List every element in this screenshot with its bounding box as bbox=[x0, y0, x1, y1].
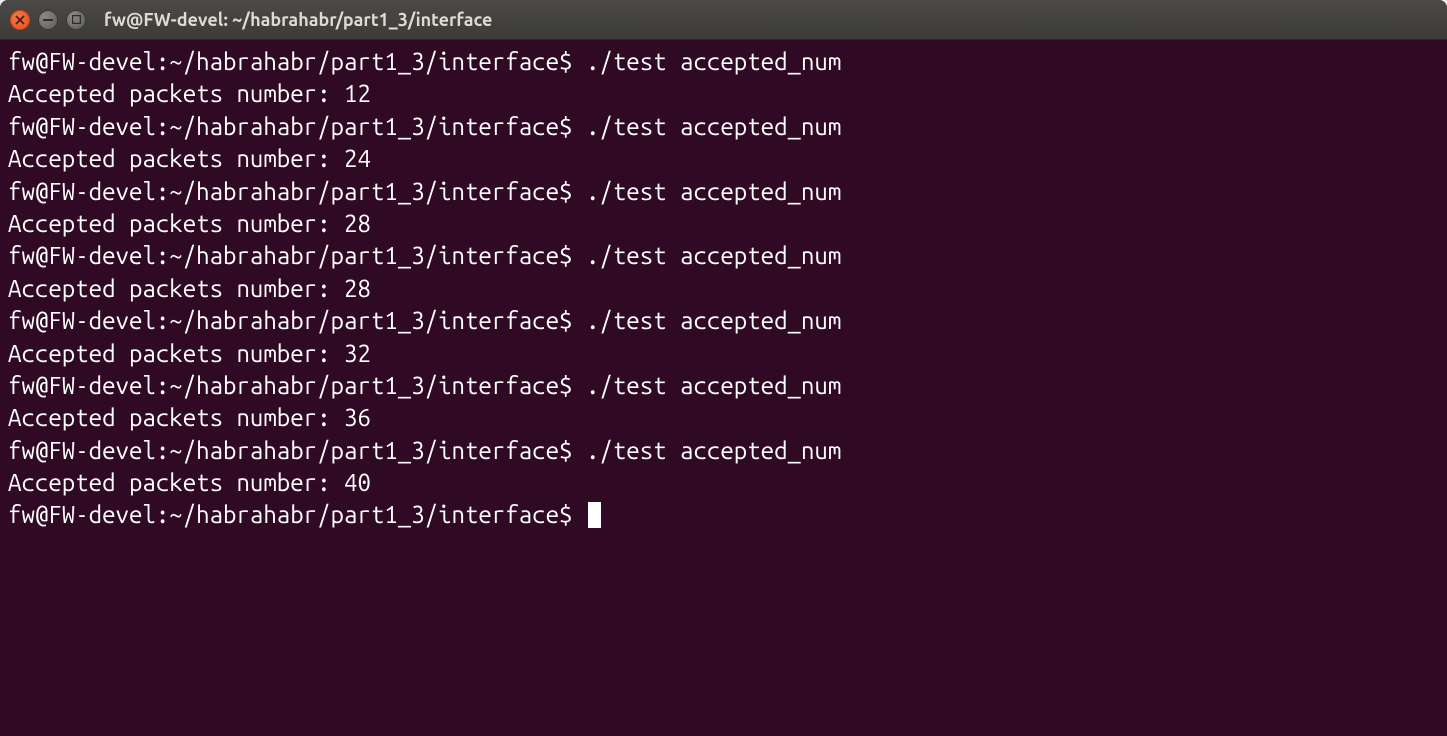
output-label: Accepted packets number: bbox=[8, 404, 331, 431]
output-value: 12 bbox=[344, 80, 371, 107]
output-line: Accepted packets number: 12 bbox=[8, 78, 1439, 110]
maximize-icon bbox=[72, 15, 81, 24]
output-value: 40 bbox=[344, 469, 371, 496]
title-bar: fw@FW-devel: ~/habrahabr/part1_3/interfa… bbox=[0, 0, 1447, 40]
terminal-window: fw@FW-devel: ~/habrahabr/part1_3/interfa… bbox=[0, 0, 1447, 736]
window-controls bbox=[10, 10, 86, 30]
prompt-text: fw@FW-devel:~/habrahabr/part1_3/interfac… bbox=[8, 242, 572, 269]
prompt-line: fw@FW-devel:~/habrahabr/part1_3/interfac… bbox=[8, 46, 1439, 78]
prompt-line: fw@FW-devel:~/habrahabr/part1_3/interfac… bbox=[8, 111, 1439, 143]
command-text: ./test accepted_num bbox=[586, 437, 841, 464]
minimize-button[interactable] bbox=[38, 10, 58, 30]
prompt-text: fw@FW-devel:~/habrahabr/part1_3/interfac… bbox=[8, 372, 572, 399]
prompt-text: fw@FW-devel:~/habrahabr/part1_3/interfac… bbox=[8, 48, 572, 75]
command-text: ./test accepted_num bbox=[586, 113, 841, 140]
command-text: ./test accepted_num bbox=[586, 48, 841, 75]
prompt-line: fw@FW-devel:~/habrahabr/part1_3/interfac… bbox=[8, 435, 1439, 467]
prompt-text: fw@FW-devel:~/habrahabr/part1_3/interfac… bbox=[8, 113, 572, 140]
output-value: 28 bbox=[344, 275, 371, 302]
minimize-icon bbox=[43, 19, 53, 21]
output-label: Accepted packets number: bbox=[8, 275, 331, 302]
command-text: ./test accepted_num bbox=[586, 307, 841, 334]
output-line: Accepted packets number: 28 bbox=[8, 273, 1439, 305]
output-label: Accepted packets number: bbox=[8, 145, 331, 172]
maximize-button[interactable] bbox=[66, 10, 86, 30]
output-line: Accepted packets number: 36 bbox=[8, 402, 1439, 434]
window-title: fw@FW-devel: ~/habrahabr/part1_3/interfa… bbox=[104, 10, 492, 30]
cursor bbox=[588, 502, 601, 528]
terminal-content[interactable]: fw@FW-devel:~/habrahabr/part1_3/interfac… bbox=[0, 40, 1447, 736]
output-label: Accepted packets number: bbox=[8, 210, 331, 237]
prompt-text: fw@FW-devel:~/habrahabr/part1_3/interfac… bbox=[8, 501, 572, 528]
output-label: Accepted packets number: bbox=[8, 80, 331, 107]
output-line: Accepted packets number: 28 bbox=[8, 208, 1439, 240]
prompt-line: fw@FW-devel:~/habrahabr/part1_3/interfac… bbox=[8, 176, 1439, 208]
output-line: Accepted packets number: 32 bbox=[8, 338, 1439, 370]
output-value: 32 bbox=[344, 340, 371, 367]
close-icon bbox=[15, 15, 25, 25]
output-line: Accepted packets number: 24 bbox=[8, 143, 1439, 175]
command-text: ./test accepted_num bbox=[586, 372, 841, 399]
close-button[interactable] bbox=[10, 10, 30, 30]
command-text: ./test accepted_num bbox=[586, 178, 841, 205]
output-value: 24 bbox=[344, 145, 371, 172]
prompt-line: fw@FW-devel:~/habrahabr/part1_3/interfac… bbox=[8, 305, 1439, 337]
prompt-text: fw@FW-devel:~/habrahabr/part1_3/interfac… bbox=[8, 178, 572, 205]
output-line: Accepted packets number: 40 bbox=[8, 467, 1439, 499]
prompt-line: fw@FW-devel:~/habrahabr/part1_3/interfac… bbox=[8, 370, 1439, 402]
prompt-text: fw@FW-devel:~/habrahabr/part1_3/interfac… bbox=[8, 307, 572, 334]
prompt-line: fw@FW-devel:~/habrahabr/part1_3/interfac… bbox=[8, 499, 1439, 531]
prompt-line: fw@FW-devel:~/habrahabr/part1_3/interfac… bbox=[8, 240, 1439, 272]
output-label: Accepted packets number: bbox=[8, 340, 331, 367]
output-label: Accepted packets number: bbox=[8, 469, 331, 496]
prompt-text: fw@FW-devel:~/habrahabr/part1_3/interfac… bbox=[8, 437, 572, 464]
output-value: 36 bbox=[344, 404, 371, 431]
command-text: ./test accepted_num bbox=[586, 242, 841, 269]
output-value: 28 bbox=[344, 210, 371, 237]
